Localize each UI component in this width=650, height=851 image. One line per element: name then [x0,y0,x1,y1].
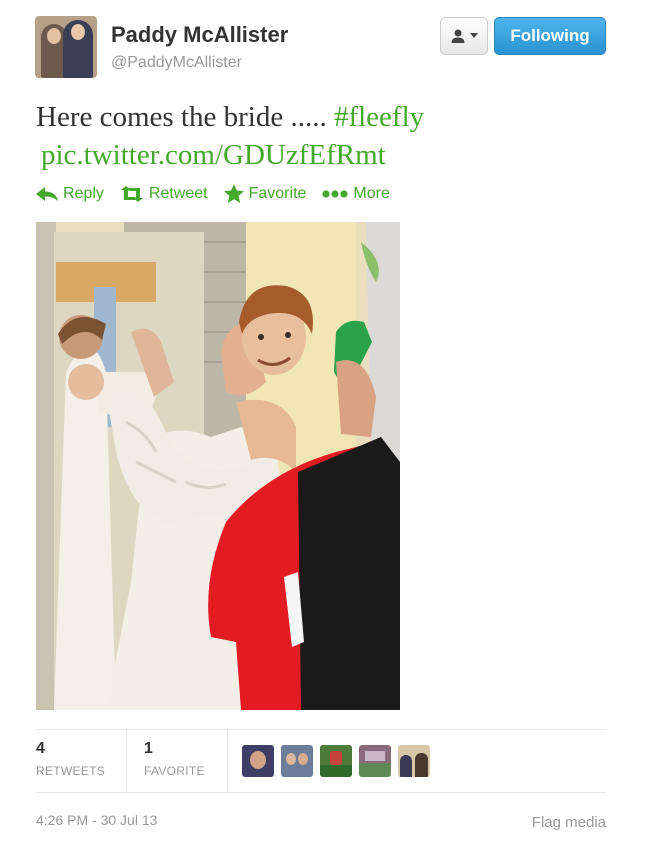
more-label: More [353,185,390,202]
tweet-timestamp[interactable]: 4:26 PM - 30 Jul 13 [36,812,157,828]
tweet-body: Here comes the bride ..... [36,101,327,133]
favorites-count: 1 [144,740,153,757]
following-button[interactable]: Following [494,17,606,55]
reply-action[interactable]: Reply [36,184,104,204]
tweet-text: Here comes the bride ..... #fleefly pic.… [36,98,606,174]
more-action[interactable]: More [322,184,390,204]
profile-avatar[interactable] [35,16,97,78]
person-icon [451,29,465,43]
stats-top-divider [36,729,606,730]
tweet-photo[interactable] [36,222,400,710]
avatar-face-1 [47,28,61,44]
stats-separator [126,730,127,792]
retweets-stat[interactable]: 4 RETWEETS [36,740,105,778]
stats-bottom-divider [36,792,606,793]
retweeter-avatar[interactable] [359,745,391,777]
star-icon [223,184,244,203]
hashtag-link[interactable]: #fleefly [334,101,424,133]
retweeter-avatar[interactable] [281,745,313,777]
retweeter-avatar[interactable] [398,745,430,777]
favorites-label: FAVORITE [144,764,205,778]
photo-scene [36,222,400,710]
reply-label: Reply [63,185,104,202]
user-actions-dropdown-button[interactable] [440,17,488,55]
flag-media-link[interactable]: Flag media [532,814,606,831]
more-dots-icon [322,190,349,198]
avatar-face-2 [71,24,85,40]
retweets-count: 4 [36,740,45,757]
favorite-label: Favorite [248,185,307,202]
retweets-label: RETWEETS [36,764,106,778]
favorite-action[interactable]: Favorite [223,184,307,204]
caret-down-icon [470,33,478,38]
retweet-icon [120,186,143,202]
retweeter-avatar[interactable] [320,745,352,777]
retweeter-avatars [242,745,430,777]
tweet-actions: Reply Retweet Favorite More [36,184,390,204]
retweet-label: Retweet [148,185,208,202]
pic-link[interactable]: pic.twitter.com/GDUzfEfRmt [36,136,606,174]
retweeter-avatar[interactable] [242,745,274,777]
user-handle[interactable]: @PaddyMcAllister [111,54,242,72]
user-name[interactable]: Paddy McAllister [111,22,288,48]
retweet-action[interactable]: Retweet [120,184,208,204]
reply-icon [36,187,58,201]
favorites-stat[interactable]: 1 FAVORITE [144,740,205,778]
stats-separator [227,730,228,792]
